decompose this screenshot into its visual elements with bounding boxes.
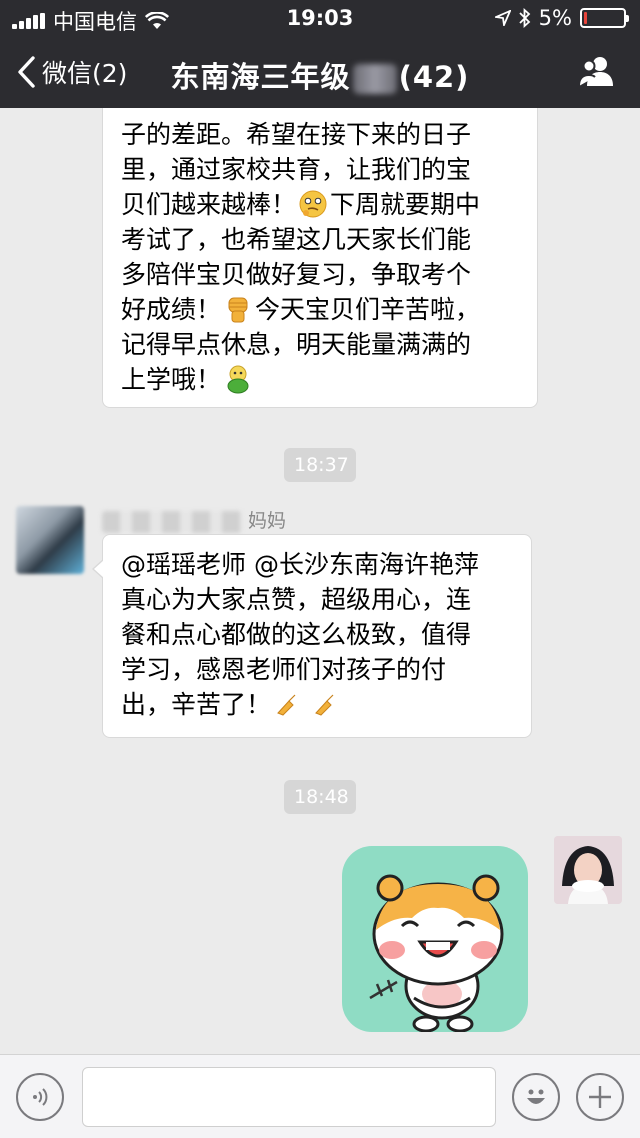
hamster-sticker[interactable] xyxy=(342,846,528,1032)
group-members-icon[interactable] xyxy=(578,54,618,88)
chat-member-count: (42) xyxy=(398,60,470,94)
timestamp-badge: 18:37 xyxy=(284,448,356,482)
message-input[interactable] xyxy=(82,1067,496,1127)
message-line: 里，通过家校共育，让我们的宝 xyxy=(121,155,472,184)
avatar[interactable] xyxy=(16,506,84,574)
clap-emoji-icon xyxy=(315,694,334,716)
my-avatar[interactable] xyxy=(554,836,622,904)
message-bubble[interactable]: @瑶瑶老师 @长沙东南海许艳萍 真心为大家点赞，超级用心，连 餐和点心都做的这么… xyxy=(92,534,532,738)
message-line: 考试了，也希望这几天家长们能 xyxy=(121,225,472,254)
message-bubble[interactable]: 子的差距。希望在接下来的日子 里，通过家校共育，让我们的宝 贝们越来越棒！ 下周就… xyxy=(102,108,538,408)
hamster-sticker-image xyxy=(369,874,504,1032)
message-line: 餐和点心都做的这么极致，值得 xyxy=(121,620,472,649)
chat-area[interactable]: 子的差距。希望在接下来的日子 里，通过家校共育，让我们的宝 贝们越来越棒！ 下周就… xyxy=(0,108,640,1054)
message-line: 上学哦！ xyxy=(121,362,519,397)
frog-emoji-icon xyxy=(227,365,249,394)
message-line: 真心为大家点赞，超级用心，连 xyxy=(121,585,472,614)
message-line: 记得早点休息，明天能量满满的 xyxy=(121,330,472,359)
smiley-icon xyxy=(527,1089,545,1104)
voice-button[interactable] xyxy=(16,1073,64,1121)
fist-emoji-icon xyxy=(228,297,248,323)
clap-emoji-icon xyxy=(277,694,296,716)
more-button[interactable] xyxy=(576,1073,624,1121)
location-icon xyxy=(494,10,511,26)
input-bar xyxy=(0,1054,640,1138)
battery-icon xyxy=(580,8,629,28)
message-line: 好成绩！ 今天宝贝们辛苦啦， xyxy=(121,295,481,324)
chat-title: 东南海三年级 (42) xyxy=(0,54,640,96)
chat-title-prefix: 东南海三年级 xyxy=(170,60,351,94)
avatar-photo xyxy=(554,836,622,904)
voice-icon xyxy=(33,1088,48,1106)
sender-name: 妈妈 xyxy=(102,506,286,533)
timestamp-badge: 18:48 xyxy=(284,780,356,814)
emoji-button[interactable] xyxy=(512,1073,560,1121)
message-line: 多陪伴宝贝做好复习，争取考个 xyxy=(121,260,472,289)
bluetooth-icon xyxy=(519,8,530,28)
message-line: 出，辛苦了！ xyxy=(121,687,513,722)
top-header: 中国电信 19:03 5% 微信(2) 东南海三年级 (42) xyxy=(0,0,640,108)
redacted-name xyxy=(352,64,397,94)
status-bar: 中国电信 19:03 5% xyxy=(0,0,640,36)
thinking-emoji-icon xyxy=(299,190,327,218)
plus-icon xyxy=(589,1086,611,1108)
battery-percent: 5% xyxy=(538,6,572,30)
message-line: @瑶瑶老师 @长沙东南海许艳萍 xyxy=(121,550,479,579)
message-line: 贝们越来越棒！ 下周就要期中 xyxy=(121,190,481,219)
message-line: 学习，感恩老师们对孩子的付 xyxy=(121,655,447,684)
nav-bar: 微信(2) 东南海三年级 (42) xyxy=(0,40,640,104)
message-line: 子的差距。希望在接下来的日子 xyxy=(121,120,472,149)
redacted-sender xyxy=(102,510,242,533)
